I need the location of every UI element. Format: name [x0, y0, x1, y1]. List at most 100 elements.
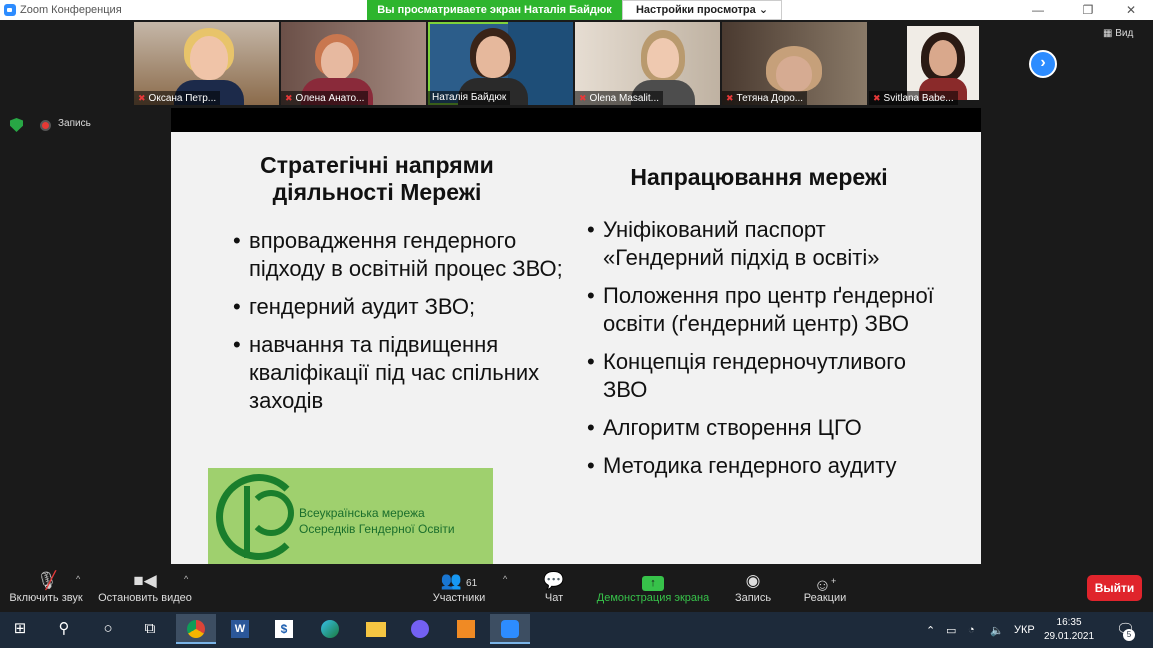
battery-icon[interactable]: ▭ — [946, 624, 956, 637]
record-button[interactable]: ◉ Запись — [730, 570, 776, 604]
participant-name: ✖ Тетяна Доро... — [722, 91, 808, 105]
chat-icon: 💬 — [543, 571, 565, 590]
notifications-count: 5 — [1123, 629, 1135, 641]
list-item: Алгоритм створення ЦГО — [587, 414, 947, 442]
window-title: Zoom Конференция — [20, 4, 122, 16]
list-item: Концепція гендерночутливого ЗВО — [587, 348, 947, 404]
viber-icon[interactable] — [400, 614, 440, 644]
reactions-button[interactable]: ☺+ Реакции — [800, 570, 850, 604]
network-logo: Всеукраїнська мережа Осередків Гендерної… — [208, 468, 493, 564]
participant-name: Наталія Байдюк — [428, 91, 511, 105]
logo-text-line-1: Всеукраїнська мережа — [299, 506, 425, 520]
participant-name: ✖ Olena Masalit... — [575, 91, 664, 105]
share-screen-label: Демонстрация экрана — [596, 592, 710, 604]
logo-text: Всеукраїнська мережа Осередків Гендерної… — [299, 505, 455, 537]
logo-emblem-bowl — [248, 490, 294, 536]
shared-screen-top-strip — [171, 108, 981, 132]
list-item: гендерний аудит ЗВО; — [233, 293, 573, 321]
list-item: Уніфікований паспорт «Гендерний підхід в… — [587, 216, 947, 272]
zoom-window: Zoom Конференция Вы просматриваете экран… — [0, 0, 1153, 648]
participant-strip: ✖ Оксана Петр... ✖ Олена Анато... Наталія … — [134, 22, 1016, 106]
tray-chevron-icon[interactable]: ⌃ — [926, 624, 935, 637]
app-icon[interactable]: $ — [264, 614, 304, 644]
muted-mic-icon: ✖ — [138, 93, 146, 103]
left-heading-line-2: діяльності Мережі — [272, 179, 482, 205]
audio-options-chevron-icon[interactable]: ^ — [76, 574, 80, 584]
app-orange-icon[interactable] — [446, 614, 486, 644]
clock-date: 29.01.2021 — [1044, 631, 1095, 642]
stop-video-label: Остановить видео — [98, 592, 192, 604]
task-view-icon[interactable]: ⧉ — [130, 614, 170, 644]
stop-video-button[interactable]: ■◀ Остановить видео — [96, 570, 194, 604]
shared-slide: Стратегічні напрями діяльності Мережі На… — [171, 132, 981, 564]
zoom-logo-icon — [4, 4, 16, 16]
right-bullet-list: Уніфікований паспорт «Гендерний підхід в… — [587, 216, 947, 490]
wifi-icon[interactable]: ◔ — [968, 624, 975, 636]
muted-mic-icon: ✖ — [726, 93, 734, 103]
participant-video[interactable]: ✖ Олена Анато... — [281, 22, 426, 105]
participant-video[interactable]: ✖ Оксана Петр... — [134, 22, 279, 105]
language-indicator[interactable]: УКР — [1014, 624, 1035, 636]
search-icon[interactable]: ⚲ — [44, 614, 84, 644]
chat-label: Чат — [544, 592, 564, 604]
participant-video[interactable]: ✖ Svitlana Babe... — [869, 22, 1014, 105]
close-icon[interactable]: ✕ — [1109, 0, 1153, 20]
recording-icon — [40, 120, 51, 131]
participant-video[interactable]: ✖ Тетяна Доро... — [722, 22, 867, 105]
logo-text-line-2: Осередків Гендерної Освіти — [299, 522, 455, 536]
clock-time: 16:35 — [1056, 617, 1082, 628]
left-bullet-list: впровадження гендерного підходу в освітн… — [233, 227, 573, 425]
windows-start-icon[interactable]: ⊞ — [0, 614, 40, 644]
share-screen-button[interactable]: ↑ Демонстрация экрана — [594, 570, 712, 604]
participants-icon: 👥 61 — [440, 571, 478, 590]
view-options-button[interactable]: Настройки просмотра ⌄ — [622, 0, 782, 20]
recording-label: Запись — [58, 118, 91, 129]
participants-button[interactable]: 👥 61 Участники — [428, 570, 490, 604]
volume-icon[interactable]: 🔈 — [990, 624, 1004, 637]
clock[interactable]: 16:35 29.01.2021 — [1044, 616, 1094, 644]
participant-name: ✖ Оксана Петр... — [134, 91, 221, 105]
chrome-icon[interactable] — [176, 614, 216, 644]
reactions-label: Реакции — [803, 592, 847, 604]
muted-mic-icon: ✖ — [873, 93, 881, 103]
view-button[interactable]: ▦ Вид — [1103, 28, 1133, 39]
participants-count: 61 — [466, 578, 478, 589]
muted-mic-icon: ✖ — [579, 93, 587, 103]
notifications-icon[interactable]: 🗨5 — [1116, 620, 1135, 641]
left-heading: Стратегічні напрями діяльності Мережі — [227, 152, 527, 206]
participant-video[interactable]: ✖ Olena Masalit... — [575, 22, 720, 105]
grid-icon: ▦ — [1103, 28, 1113, 39]
participant-name: ✖ Svitlana Babe... — [869, 91, 958, 105]
participant-name: ✖ Олена Анато... — [281, 91, 369, 105]
security-shield-icon[interactable] — [10, 118, 23, 132]
chat-button[interactable]: 💬 Чат — [536, 570, 572, 604]
participant-video-active-speaker[interactable]: Наталія Байдюк — [428, 22, 573, 105]
video-options-chevron-icon[interactable]: ^ — [184, 574, 188, 584]
share-banner: Вы просматриваете экран Наталія Байдюк — [367, 0, 622, 20]
record-icon: ◉ — [745, 571, 761, 590]
list-item: Методика гендерного аудиту — [587, 452, 947, 480]
next-page-button[interactable]: › — [1029, 50, 1057, 78]
leave-button[interactable]: Выйти — [1087, 575, 1142, 601]
chevron-right-icon: › — [1040, 54, 1046, 71]
file-explorer-icon[interactable] — [356, 614, 396, 644]
share-screen-icon: ↑ — [594, 570, 712, 592]
left-heading-line-1: Стратегічні напрями — [260, 152, 494, 178]
muted-microphone-icon: 🎙╱ — [36, 571, 58, 590]
restore-icon[interactable]: ❐ — [1066, 0, 1110, 20]
background-poster — [528, 50, 531, 61]
edge-icon[interactable] — [310, 614, 350, 644]
unmute-button[interactable]: 🎙╱ Включить звук — [6, 570, 86, 604]
list-item: впровадження гендерного підходу в освітн… — [233, 227, 573, 283]
emoji-plus-icon: ☺+ — [813, 575, 837, 595]
windows-taskbar — [0, 612, 1153, 648]
list-item: Положення про центр ґендерної освіти (ґе… — [587, 282, 947, 338]
list-item: навчання та підвищення кваліфікації під … — [233, 331, 573, 415]
unmute-label: Включить звук — [9, 592, 83, 604]
minimize-icon[interactable]: — — [1016, 0, 1060, 20]
zoom-taskbar-icon[interactable] — [490, 614, 530, 644]
participants-chevron-icon[interactable]: ^ — [503, 574, 507, 584]
cortana-icon[interactable]: ○ — [88, 614, 128, 644]
word-icon[interactable]: W — [220, 614, 260, 644]
participants-label: Участники — [432, 592, 486, 604]
